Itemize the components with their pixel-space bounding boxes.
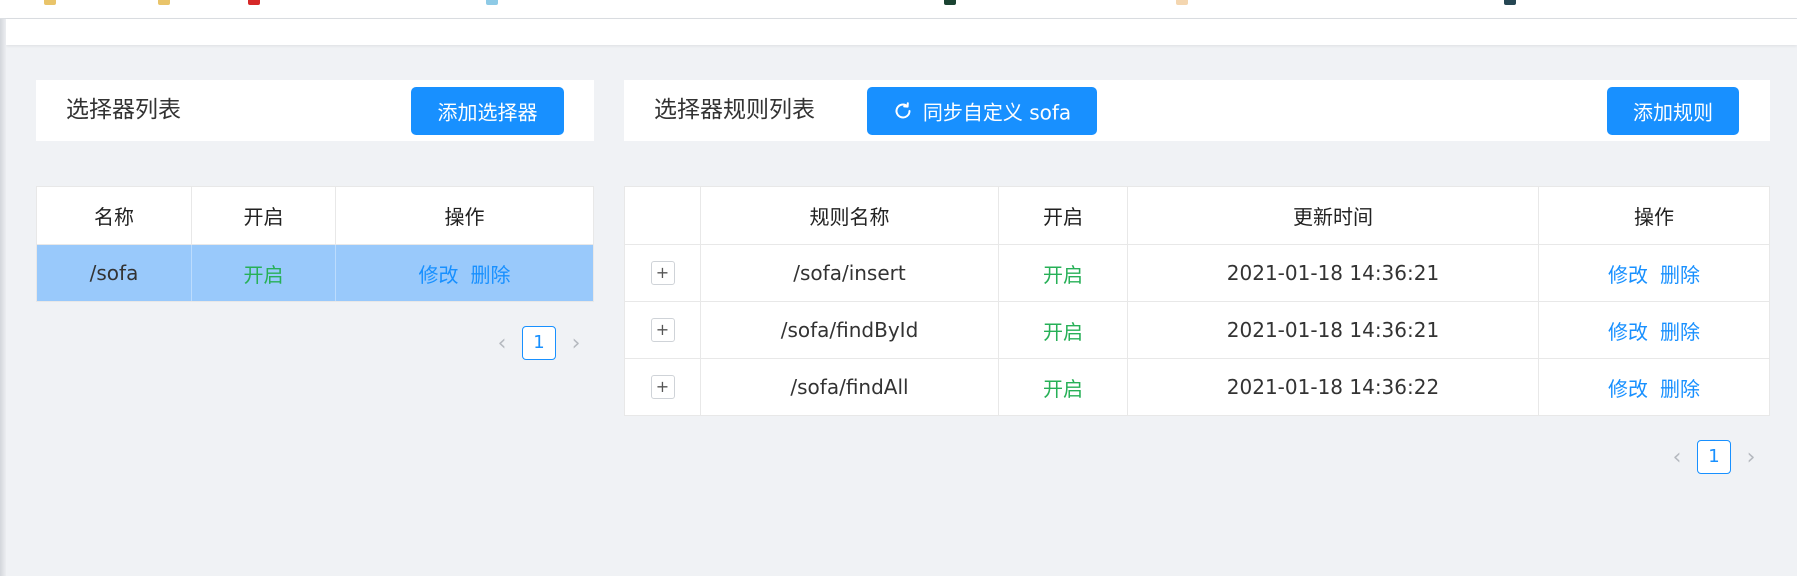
column-header-actions: 操作 <box>1634 205 1674 229</box>
rule-list-title: 选择器规则列表 <box>654 97 815 123</box>
row-actions: 修改 删除 <box>1539 359 1769 415</box>
bookmark-icon[interactable] <box>248 0 260 5</box>
selector-pagination: ‹ 1 › <box>492 326 592 362</box>
table-header-row: 名称 开启 操作 <box>37 187 593 245</box>
add-rule-button-label: 添加规则 <box>1633 100 1713 125</box>
edit-link[interactable]: 修改 <box>1608 316 1648 345</box>
updated-time: 2021-01-18 14:36:22 <box>1128 359 1539 415</box>
column-header-expand <box>625 187 701 244</box>
column-header-name: 名称 <box>37 187 192 244</box>
column-header-updated-time: 更新时间 <box>1128 187 1539 244</box>
sync-custom-button[interactable]: 同步自定义 sofa <box>867 87 1097 135</box>
selector-name: /sofa <box>37 245 192 301</box>
bookmark-icon[interactable] <box>1176 0 1188 5</box>
column-header-rule-name: 规则名称 <box>701 187 999 244</box>
bookmark-icon[interactable] <box>158 0 170 5</box>
edit-link[interactable]: 修改 <box>419 259 459 288</box>
enabled-status: 开启 <box>999 302 1128 358</box>
prev-page-icon[interactable]: ‹ <box>492 330 512 358</box>
sidebar-edge <box>0 19 6 576</box>
add-rule-button[interactable]: 添加规则 <box>1607 87 1739 135</box>
prev-page-icon[interactable]: ‹ <box>1667 444 1687 472</box>
rule-list-titlebar: 选择器规则列表 同步自定义 sofa 添加规则 <box>624 80 1770 141</box>
add-selector-button-label: 添加选择器 <box>437 100 538 125</box>
bookmark-icon[interactable] <box>944 0 956 5</box>
selector-table: 名称 开启 操作 /sofa 开启 修改 删除 <box>36 186 594 302</box>
selector-list-titlebar: 选择器列表 添加选择器 <box>36 80 594 141</box>
rule-name: /sofa/findById <box>701 302 999 358</box>
row-actions: 修改 删除 <box>1539 245 1769 301</box>
bookmarks-bar <box>0 0 1797 19</box>
bookmark-icon[interactable] <box>1504 0 1516 5</box>
app-header <box>6 19 1797 45</box>
page-number[interactable]: 1 <box>1697 440 1731 474</box>
delete-link[interactable]: 删除 <box>1660 259 1700 288</box>
page-number[interactable]: 1 <box>522 326 556 360</box>
rule-name: /sofa/findAll <box>701 359 999 415</box>
enabled-status: 开启 <box>999 359 1128 415</box>
expand-cell: + <box>625 359 701 415</box>
updated-time: 2021-01-18 14:36:21 <box>1128 302 1539 358</box>
expand-cell: + <box>625 302 701 358</box>
rule-pagination: ‹ 1 › <box>1667 440 1767 476</box>
selector-list-title: 选择器列表 <box>66 97 181 123</box>
delete-link[interactable]: 删除 <box>471 259 511 288</box>
expand-cell: + <box>625 245 701 301</box>
sync-custom-button-label: 同步自定义 sofa <box>922 100 1072 125</box>
table-row[interactable]: + /sofa/insert 开启 2021-01-18 14:36:21 修改… <box>625 245 1769 302</box>
refresh-icon <box>895 101 911 118</box>
table-row[interactable]: + /sofa/findById 开启 2021-01-18 14:36:21 … <box>625 302 1769 359</box>
next-page-icon[interactable]: › <box>566 330 586 358</box>
table-row[interactable]: + /sofa/findAll 开启 2021-01-18 14:36:22 修… <box>625 359 1769 415</box>
delete-link[interactable]: 删除 <box>1660 373 1700 402</box>
column-header-enabled: 开启 <box>192 187 336 244</box>
next-page-icon[interactable]: › <box>1741 444 1761 472</box>
column-header-enabled: 开启 <box>999 187 1128 244</box>
row-actions: 修改 删除 <box>336 245 593 301</box>
rule-table: 规则名称 开启 更新时间 操作 + /sofa/insert 开启 2021-0… <box>624 186 1770 416</box>
enabled-status: 开启 <box>999 245 1128 301</box>
column-header-actions: 操作 <box>444 205 485 229</box>
row-actions: 修改 删除 <box>1539 302 1769 358</box>
table-row[interactable]: /sofa 开启 修改 删除 <box>37 245 593 301</box>
expand-row-icon[interactable]: + <box>650 318 675 342</box>
expand-row-icon[interactable]: + <box>650 375 675 399</box>
table-header-row: 规则名称 开启 更新时间 操作 <box>625 187 1769 245</box>
rule-name: /sofa/insert <box>701 245 999 301</box>
bookmark-icon[interactable] <box>44 0 56 5</box>
enabled-status: 开启 <box>192 245 336 301</box>
add-selector-button[interactable]: 添加选择器 <box>411 87 564 135</box>
edit-link[interactable]: 修改 <box>1608 373 1648 402</box>
delete-link[interactable]: 删除 <box>1660 316 1700 345</box>
updated-time: 2021-01-18 14:36:21 <box>1128 245 1539 301</box>
edit-link[interactable]: 修改 <box>1608 259 1648 288</box>
expand-row-icon[interactable]: + <box>650 261 675 285</box>
bookmark-icon[interactable] <box>486 0 498 5</box>
